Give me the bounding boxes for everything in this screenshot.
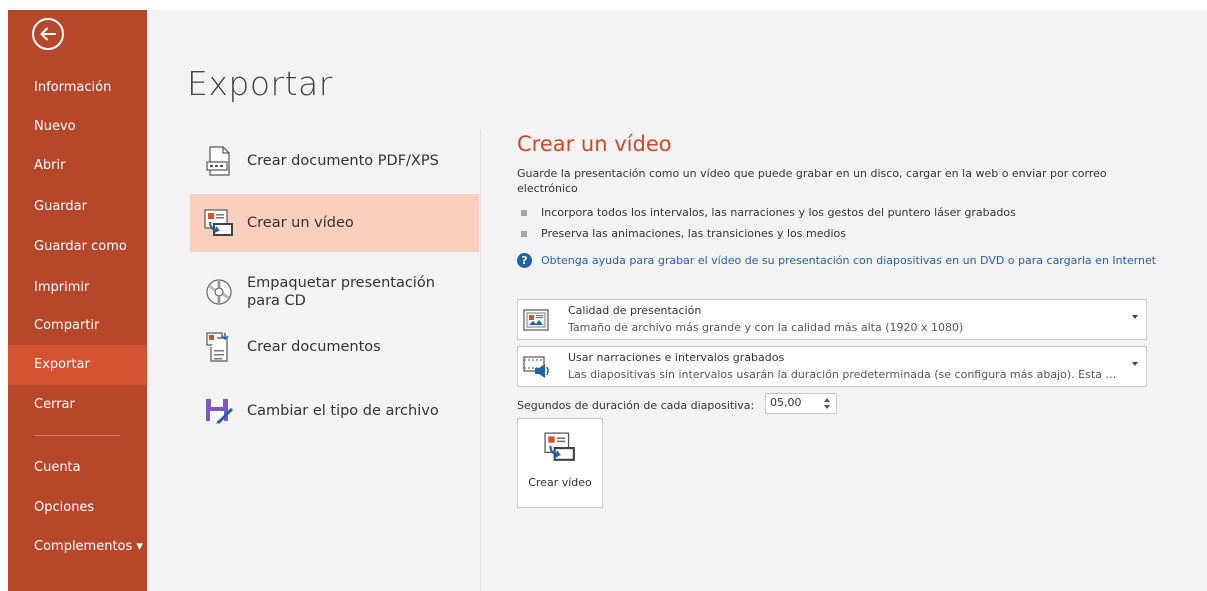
option-change-file-type[interactable]: Cambiar el tipo de archivo [190,382,479,440]
nav-nuevo[interactable]: Nuevo [8,108,147,146]
option-label: Cambiar el tipo de archivo [247,403,439,419]
spin-down-icon[interactable] [824,405,830,409]
seconds-input[interactable] [770,396,810,409]
nav-complementos[interactable]: Complementos ▾ [8,528,147,566]
nav-exportar[interactable]: Exportar [8,345,147,385]
help-icon: ? [517,253,532,268]
option-create-handouts[interactable]: Crear documentos [190,318,479,376]
create-video-button[interactable]: Crear vídeo [517,418,603,508]
bullet-text: Preserva las animaciones, las transicion… [541,227,846,240]
nav-opciones[interactable]: Opciones [8,489,147,527]
nav-cerrar[interactable]: Cerrar [8,386,147,424]
option-label: Crear documentos [247,339,381,355]
video-detail-pane: Crear un vídeo Guarde la presentación co… [517,10,1197,591]
option-create-video[interactable]: Crear un vídeo [190,194,479,252]
timing-subtitle: Las diapositivas sin intervalos usarán l… [568,368,1123,381]
nav-cuenta[interactable]: Cuenta [8,449,147,487]
panel-divider [480,130,481,591]
nav-guardar[interactable]: Guardar [8,188,147,226]
bullet-item: Incorpora todos los intervalos, las narr… [521,206,1016,219]
backstage-sidebar: Información Nuevo Abrir Guardar Guardar … [8,10,147,591]
quality-title: Calidad de presentación [568,304,702,317]
timing-title: Usar narraciones e intervalos grabados [568,351,785,364]
spin-up-icon[interactable] [824,398,830,402]
option-create-pdf[interactable]: Crear documento PDF/XPS [190,132,479,190]
nav-compartir[interactable]: Compartir [8,307,147,345]
bullet-text: Incorpora todos los intervalos, las narr… [541,206,1016,219]
presentation-quality-icon [523,309,549,335]
timing-dropdown[interactable]: Usar narraciones e intervalos grabados L… [517,346,1147,387]
nav-imprimir[interactable]: Imprimir [8,269,147,307]
quality-subtitle: Tamaño de archivo más grande y con la ca… [568,321,964,334]
chevron-down-icon [1132,315,1138,319]
option-package-cd[interactable]: Empaquetar presentación para CD [190,260,479,324]
pdf-document-icon [190,146,247,176]
sidebar-divider [34,435,120,436]
back-arrow-icon [40,27,56,41]
nav-guardar-como[interactable]: Guardar como [8,228,147,266]
narration-timing-icon [523,356,551,384]
chevron-down-icon [1132,362,1138,366]
section-title: Crear un vídeo [517,132,672,156]
help-link-text[interactable]: Obtenga ayuda para grabar el vídeo de su… [541,254,1156,267]
option-label: Empaquetar presentación para CD [247,275,435,309]
cd-icon [190,278,247,306]
save-as-type-icon [190,396,247,426]
page-title: Exportar [187,64,333,103]
nav-abrir[interactable]: Abrir [8,147,147,185]
video-icon [544,431,576,467]
nav-informacion[interactable]: Información [8,69,147,107]
help-link[interactable]: ? Obtenga ayuda para grabar el vídeo de … [517,253,1156,268]
bullet-item: Preserva las animaciones, las transicion… [521,227,846,240]
bullet-icon [521,210,527,216]
create-video-label: Crear vídeo [528,476,592,489]
bullet-icon [521,231,527,237]
section-description: Guarde la presentación como un vídeo que… [517,167,1107,195]
back-button[interactable] [32,18,64,50]
option-label: Crear documento PDF/XPS [247,153,439,169]
quality-dropdown[interactable]: Calidad de presentación Tamaño de archiv… [517,299,1147,340]
video-icon [190,208,247,238]
seconds-stepper[interactable] [765,393,837,414]
window: Información Nuevo Abrir Guardar Guardar … [0,0,1207,591]
seconds-label: Segundos de duración de cada diapositiva… [517,399,755,412]
export-panel: Exportar Crear documento PDF/XPS Crear u… [147,10,1207,591]
handouts-icon [190,332,247,362]
option-label: Crear un vídeo [247,215,354,231]
